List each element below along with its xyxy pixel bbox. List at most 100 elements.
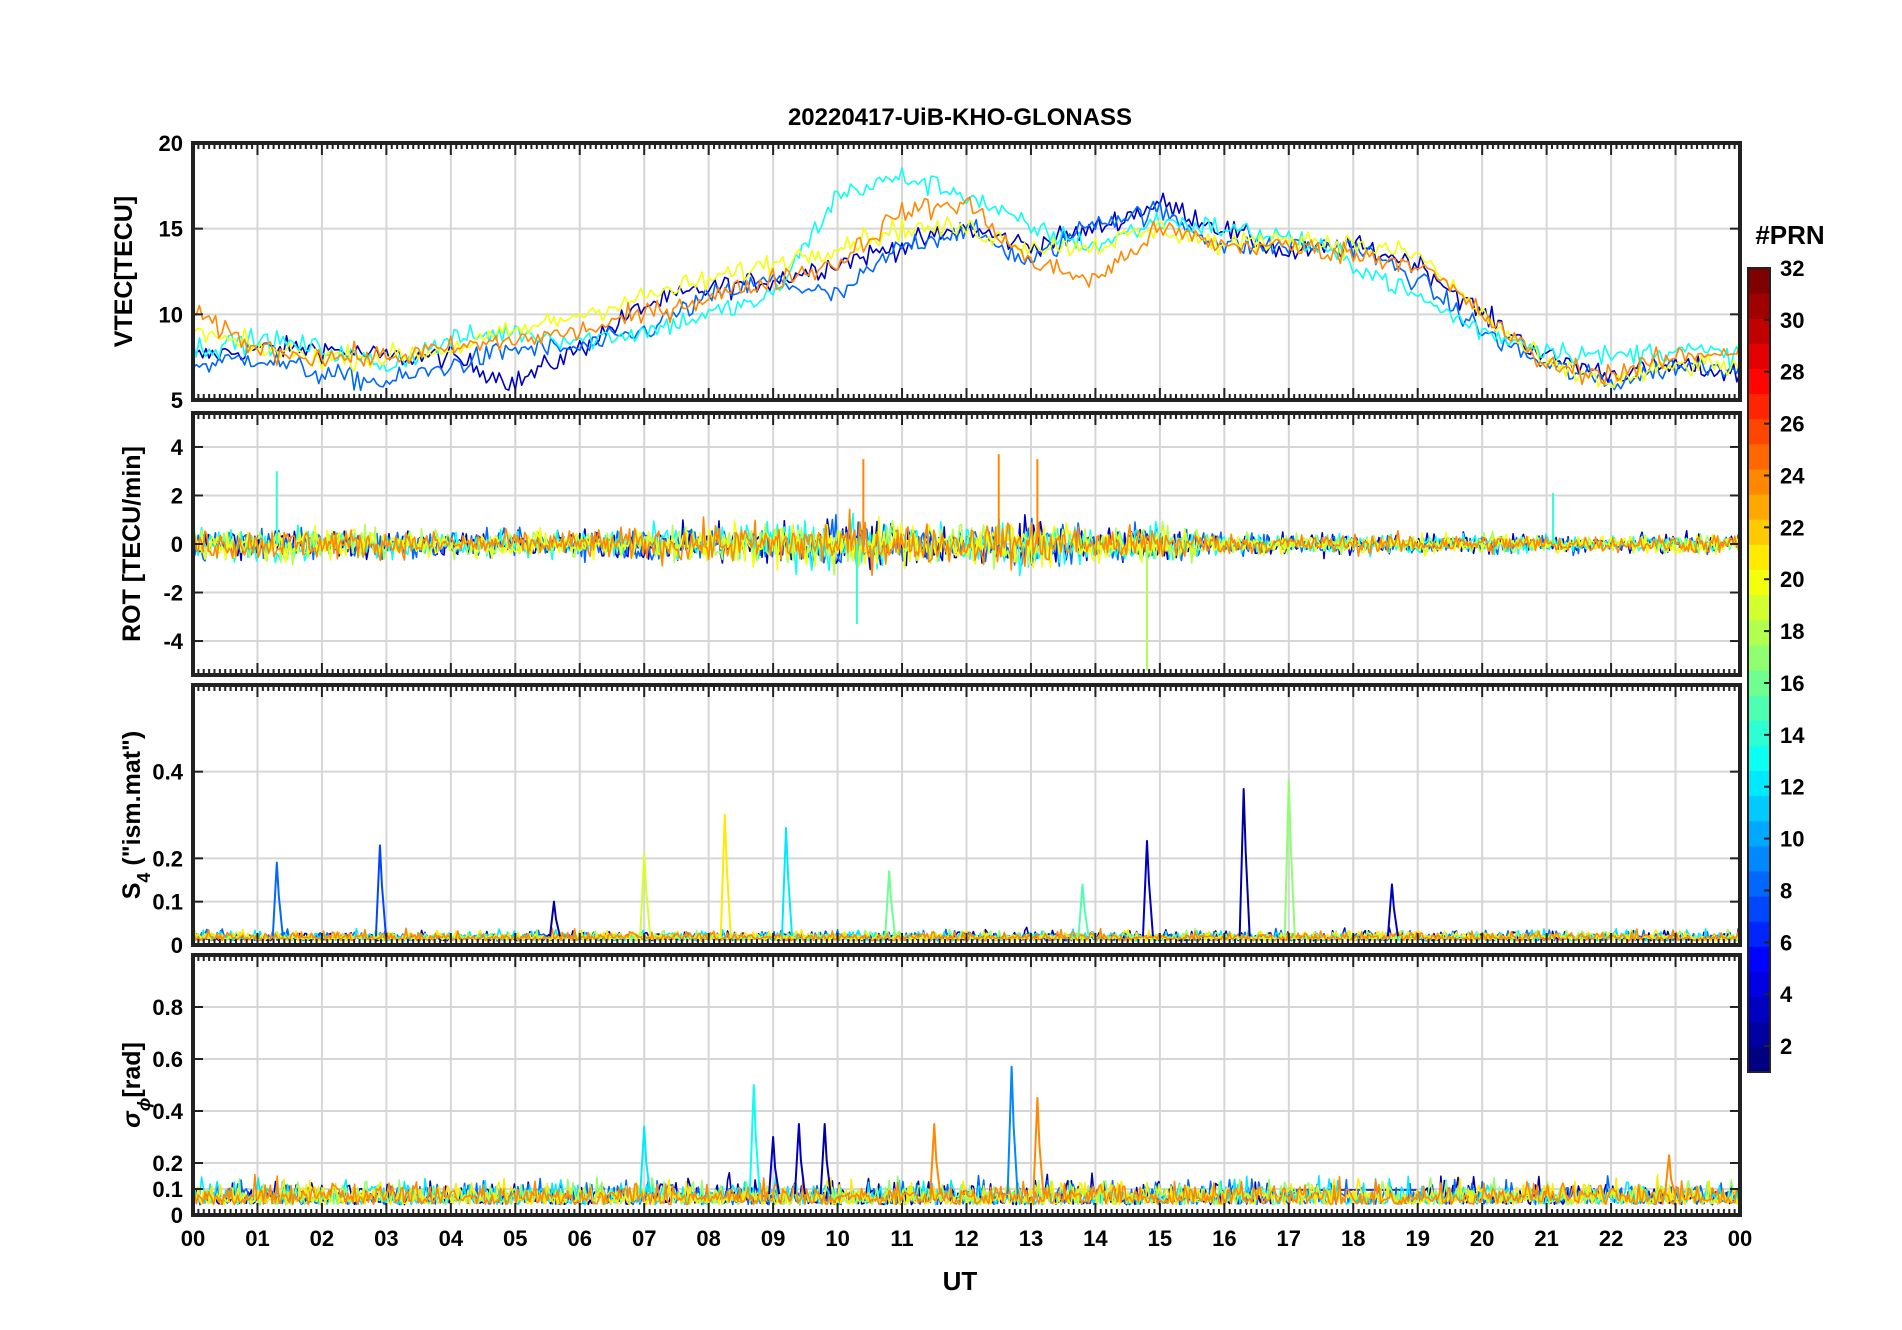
x-tick-label: 13 — [1019, 1226, 1043, 1251]
figure: 20220417-UiB-KHO-GLONASS 5101520VTEC[TEC… — [110, 104, 1825, 1296]
x-tick-label: 09 — [761, 1226, 785, 1251]
y-tick-label: 15 — [159, 217, 183, 242]
y-tick-label: 0.8 — [152, 995, 183, 1020]
colorbar-tick-label: 6 — [1780, 930, 1792, 955]
spike-prn-13 — [748, 1084, 761, 1195]
y-tick-label: 0 — [171, 933, 183, 958]
x-tick-label: 14 — [1083, 1226, 1108, 1251]
y-tick-label: 0.4 — [152, 760, 183, 785]
colorbar-segment — [1748, 519, 1770, 545]
colorbar-segment — [1748, 469, 1770, 495]
x-tick-label: 10 — [825, 1226, 849, 1251]
x-tick-label: 03 — [374, 1226, 398, 1251]
x-tick-label: 22 — [1599, 1226, 1623, 1251]
spike-prn-15 — [1077, 883, 1090, 937]
y-tick-label: 0.2 — [152, 846, 183, 871]
spike-prn-8 — [271, 861, 284, 937]
spike-prn-24 — [1032, 1097, 1045, 1195]
spike-prn-21 — [719, 814, 732, 937]
colorbar-segment — [1748, 1021, 1770, 1048]
grid-vtec — [193, 143, 1740, 400]
y-tick-label: 10 — [159, 302, 183, 327]
colorbar-segment — [1748, 293, 1770, 319]
colorbar-segment — [1748, 896, 1770, 922]
y-axis-label-rest: [rad] — [118, 1042, 146, 1098]
y-tick-label: 0.1 — [152, 890, 183, 915]
spike-prn-24 — [929, 1123, 942, 1195]
colorbar-segment — [1748, 996, 1770, 1023]
colorbar-segment — [1748, 443, 1770, 470]
x-tick-label: 16 — [1212, 1226, 1236, 1251]
x-tick-label: 23 — [1663, 1226, 1687, 1251]
spike-prn-12 — [781, 827, 794, 937]
spike-prn-3 — [1141, 840, 1154, 937]
y-tick-label: 5 — [171, 388, 183, 413]
grid-sigma — [193, 955, 1740, 1215]
y-tick-label: 0.2 — [152, 1151, 183, 1176]
colorbar-tick-label: 18 — [1780, 619, 1804, 644]
colorbar-title: #PRN — [1755, 220, 1824, 250]
panel-rot: -4 -2 0 2 4 ROT [TECU/min] — [118, 411, 1742, 677]
colorbar-segment — [1748, 845, 1770, 872]
y-tick-label: 4 — [171, 435, 184, 460]
colorbar-tick-label: 14 — [1780, 723, 1805, 748]
spike-prn-2 — [819, 1123, 832, 1195]
colorbar-segment — [1748, 644, 1770, 671]
colorbar-tick-label: 24 — [1780, 463, 1805, 488]
panels: 5101520VTEC[TECU]-4-2024ROT [TECU/min]00… — [110, 131, 1752, 1251]
y-axis-label-vtec: VTEC[TECU] — [110, 196, 138, 347]
spike-prn-2 — [1238, 788, 1251, 937]
y-tick-label: 2 — [171, 483, 183, 508]
y-axis-label-s4: S4 ("ism.mat") — [118, 731, 154, 900]
grid-s4 — [193, 685, 1740, 945]
colorbar-tick-label: 4 — [1780, 982, 1793, 1007]
colorbar-segment — [1748, 795, 1770, 822]
y-axis-label-sub: ϕ — [134, 1098, 154, 1112]
spike-prn-9 — [1006, 1065, 1019, 1195]
y-axis-label-sigma: σϕ[rad] — [118, 1042, 154, 1128]
colorbar-tick-label: 12 — [1780, 775, 1804, 800]
y-tick-label: 0.6 — [152, 1047, 183, 1072]
y-axis-label-main: σ — [118, 1110, 146, 1128]
x-tick-label: 11 — [890, 1226, 913, 1251]
colorbar-segment — [1748, 619, 1770, 646]
colorbar-tick-label: 32 — [1780, 256, 1804, 281]
y-axis-label-rest: ("ism.mat") — [118, 731, 146, 873]
x-tick-label: 18 — [1341, 1226, 1365, 1251]
colorbar-segment — [1748, 343, 1770, 369]
panel-s4: 0 0.1 0.2 0.4S4 ("ism.mat") — [118, 683, 1742, 958]
x-tick-label: 05 — [503, 1226, 527, 1251]
x-tick-label: 01 — [245, 1226, 269, 1251]
spike-prn-16 — [884, 870, 897, 937]
colorbar-segment — [1748, 745, 1770, 771]
x-tick-label: 19 — [1405, 1226, 1429, 1251]
colorbar-tick-label: 2 — [1780, 1034, 1792, 1059]
colorbar-segment — [1748, 569, 1770, 596]
colorbar-segment — [1748, 695, 1770, 721]
colorbar-segment — [1748, 544, 1770, 570]
colorbar-segment — [1748, 418, 1770, 445]
colorbar-segment — [1748, 871, 1770, 897]
colorbar: #PRN2468101214161820222426283032 — [1747, 220, 1825, 1073]
colorbar-tick-label: 16 — [1780, 671, 1804, 696]
x-tick-label: 08 — [696, 1226, 720, 1251]
colorbar-segment — [1748, 1046, 1770, 1073]
y-tick-label: 0.1 — [152, 1177, 183, 1202]
y-axis-label-main: S — [118, 883, 146, 900]
colorbar-tick-label: 22 — [1780, 515, 1804, 540]
colorbar-segment — [1748, 770, 1770, 797]
x-tick-label: 15 — [1148, 1226, 1172, 1251]
spike-prn-3 — [793, 1123, 806, 1195]
colorbar-segment — [1748, 268, 1770, 294]
y-tick-label: -2 — [163, 581, 183, 606]
colorbar-tick-label: 10 — [1780, 827, 1804, 852]
x-tick-label: 04 — [439, 1226, 464, 1251]
y-tick-label: 0 — [171, 1203, 183, 1228]
colorbar-segment — [1748, 494, 1770, 520]
colorbar-tick-label: 26 — [1780, 412, 1804, 437]
colorbar-tick-label: 30 — [1780, 308, 1804, 333]
y-tick-label: 0.4 — [152, 1099, 183, 1124]
x-tick-label: 06 — [568, 1226, 592, 1251]
colorbar-segment — [1748, 720, 1770, 746]
x-tick-label: 12 — [954, 1226, 978, 1251]
